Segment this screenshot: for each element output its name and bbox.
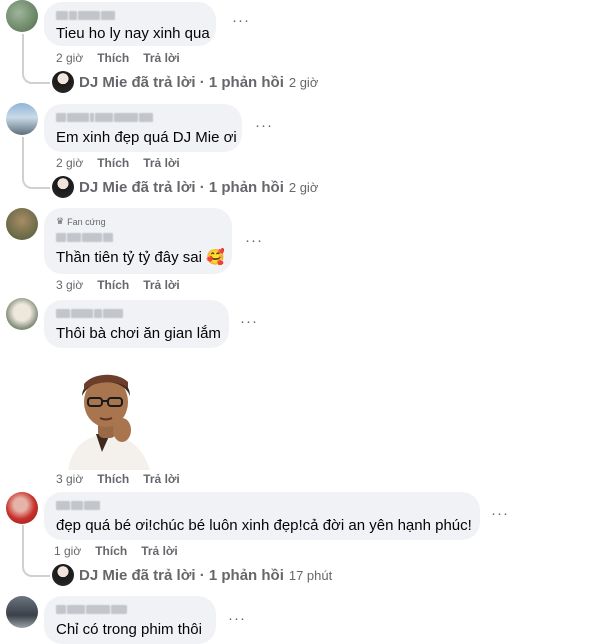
comment-time[interactable]: 3 giờ [56,278,83,292]
view-replies-row[interactable]: DJ Mie đã trả lời · 1 phản hồi 2 giờ [52,71,318,93]
comment-text-row: Thần tiên tỷ tỷ đây sai 🥰 [56,248,225,267]
comment-actions: 3 giờ Thích Trả lời [56,472,180,486]
replies-time: 2 giờ [288,74,319,90]
comment-actions: 2 giờ Thích Trả lời [56,156,180,170]
comment-text: đẹp quá bé ơi!chúc bé luôn xinh đẹp!cả đ… [56,517,472,534]
like-button[interactable]: Thích [97,156,129,170]
commenter-avatar[interactable] [6,103,38,135]
like-button[interactable]: Thích [95,544,127,558]
comment-bubble: Chỉ có trong phim thôi [44,596,216,644]
avatar-sticker[interactable] [66,368,152,470]
reply-button[interactable]: Trả lời [143,278,180,292]
more-options-icon[interactable]: ··· [232,12,250,29]
replies-summary-text: DJ Mie đã trả lời · 1 phản hồi [79,178,284,196]
commenter-avatar[interactable] [6,596,38,628]
comment-time[interactable]: 1 giờ [54,544,81,558]
blurred-author-name[interactable] [56,112,230,122]
comment-text: Em xinh đẹp quá DJ Mie ơi [56,129,237,146]
blurred-author-name[interactable] [56,604,204,614]
dj-mie-avatar [52,176,74,198]
view-replies-row[interactable]: DJ Mie đã trả lời · 1 phản hồi 17 phút [52,564,332,586]
reply-button[interactable]: Trả lời [143,51,180,65]
replies-summary-text: DJ Mie đã trả lời · 1 phản hồi [79,73,284,91]
fan-badge-label: Fan cứng [67,216,106,227]
commenter-avatar[interactable] [6,208,38,240]
comment-text: Thần tiên tỷ tỷ đây sai [56,249,202,266]
dj-mie-avatar [52,71,74,93]
comment-actions: 1 giờ Thích Trả lời [54,544,178,558]
thread-line [22,137,50,189]
view-replies-row[interactable]: DJ Mie đã trả lời · 1 phản hồi 2 giờ [52,176,318,198]
comment-bubble: Thôi bà chơi ăn gian lắm [44,300,229,348]
fan-icon: ♛ [56,216,65,226]
replies-summary-text: DJ Mie đã trả lời · 1 phản hồi [79,566,284,584]
like-button[interactable]: Thích [97,472,129,486]
reply-button[interactable]: Trả lời [141,544,178,558]
comment-bubble: Tieu ho ly nay xinh qua [44,2,216,46]
commenter-avatar[interactable] [6,492,38,524]
comment-bubble: Em xinh đẹp quá DJ Mie ơi [44,104,242,152]
comment-time[interactable]: 3 giờ [56,472,83,486]
smiling-hearts-emoji-icon: 🥰 [206,249,225,266]
more-options-icon[interactable]: ··· [240,313,258,330]
dj-mie-avatar [52,564,74,586]
blurred-author-name[interactable] [56,308,217,318]
fan-badge: ♛ Fan cứng [56,216,220,227]
replies-time: 17 phút [288,567,333,583]
more-options-icon[interactable]: ··· [255,117,273,134]
comment-bubble: ♛ Fan cứng Thần tiên tỷ tỷ đây sai 🥰 [44,208,232,274]
comment-time[interactable]: 2 giờ [56,51,83,65]
commenter-avatar[interactable] [6,298,38,330]
more-options-icon[interactable]: ··· [491,505,509,522]
comment-actions: 2 giờ Thích Trả lời [56,51,180,65]
like-button[interactable]: Thích [97,278,129,292]
more-options-icon[interactable]: ··· [228,610,246,627]
reply-button[interactable]: Trả lời [143,472,180,486]
comment-bubble: đẹp quá bé ơi!chúc bé luôn xinh đẹp!cả đ… [44,492,480,540]
more-options-icon[interactable]: ··· [245,232,263,249]
commenter-avatar[interactable] [6,0,38,32]
blurred-author-name[interactable] [56,10,204,20]
thread-line [22,525,50,577]
comment-actions: 3 giờ Thích Trả lời [56,278,180,292]
reply-button[interactable]: Trả lời [143,156,180,170]
comment-text: Tieu ho ly nay xinh qua [56,25,210,42]
blurred-author-name[interactable] [56,232,220,242]
avatar-sticker-image [68,374,150,470]
like-button[interactable]: Thích [97,51,129,65]
thread-line [22,34,50,84]
replies-time: 2 giờ [288,179,319,195]
comment-text: Thôi bà chơi ăn gian lắm [56,325,221,342]
comment-time[interactable]: 2 giờ [56,156,83,170]
comment-text: Chỉ có trong phim thôi [56,621,202,638]
blurred-author-name[interactable] [56,500,468,510]
